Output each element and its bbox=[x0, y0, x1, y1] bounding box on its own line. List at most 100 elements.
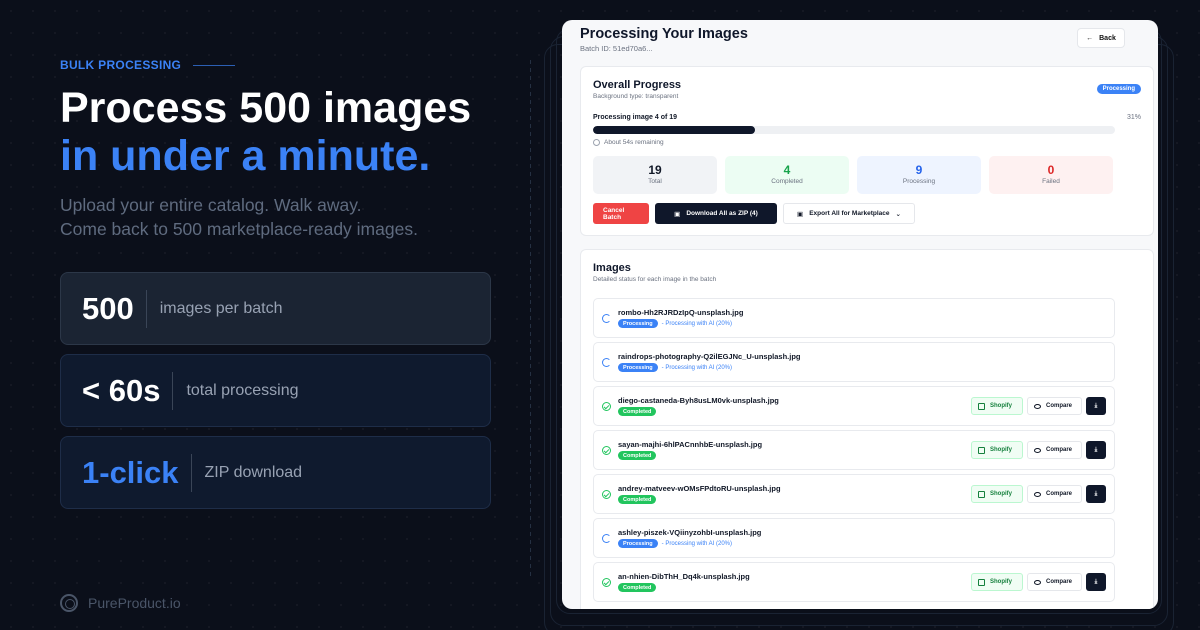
spinner-icon bbox=[602, 358, 611, 367]
row-status: Completed bbox=[618, 451, 657, 460]
page-title: Processing Your Images bbox=[580, 26, 748, 42]
status-pill: Completed bbox=[618, 583, 657, 592]
tile-completed: 4 Completed bbox=[725, 156, 849, 194]
compare-button[interactable]: Compare bbox=[1027, 573, 1082, 591]
row-status: Processing - Processing with AI (20%) bbox=[618, 363, 732, 372]
row-actions: Shopify Compare ⤓ bbox=[971, 573, 1106, 591]
check-circle-icon bbox=[602, 402, 611, 411]
tile-label: Processing bbox=[902, 178, 936, 185]
overall-progress-card: Overall Progress Background type: transp… bbox=[580, 66, 1154, 236]
stat-label: images per batch bbox=[159, 299, 283, 317]
progress-bar bbox=[593, 126, 1115, 134]
tile-failed: 0 Failed bbox=[989, 156, 1113, 194]
card-title: Overall Progress bbox=[593, 79, 682, 91]
download-button[interactable]: ⤓ bbox=[1086, 397, 1106, 415]
row-actions: Shopify Compare ⤓ bbox=[971, 397, 1106, 415]
shopify-label: Shopify bbox=[990, 403, 1012, 409]
shopify-button[interactable]: Shopify bbox=[971, 485, 1023, 503]
brand-name: PureProduct.io bbox=[88, 595, 181, 611]
stat-label: ZIP download bbox=[204, 463, 303, 481]
eye-icon bbox=[1034, 491, 1041, 497]
card-subtitle: Detailed status for each image in the ba… bbox=[593, 276, 717, 283]
check-circle-icon bbox=[602, 490, 611, 499]
tile-processing: 9 Processing bbox=[857, 156, 981, 194]
stat-value: 500 bbox=[82, 290, 134, 326]
shopping-bag-icon bbox=[978, 490, 985, 498]
card-subtitle: Background type: transparent bbox=[593, 93, 679, 100]
compare-label: Compare bbox=[1046, 447, 1073, 453]
shopify-label: Shopify bbox=[990, 579, 1012, 585]
eye-icon bbox=[1034, 447, 1041, 453]
export-label: Export All for Marketplace bbox=[809, 210, 890, 217]
tile-label: Failed bbox=[1042, 178, 1060, 185]
batch-actions: Cancel Batch ▣ Download All as ZIP (4) ▣… bbox=[593, 203, 915, 224]
subheadline: Upload your entire catalog. Walk away. C… bbox=[60, 193, 418, 241]
tile-label: Total bbox=[648, 178, 662, 185]
download-button[interactable]: ⤓ bbox=[1086, 573, 1106, 591]
check-circle-icon bbox=[602, 578, 611, 587]
file-name: diego-castaneda-Byh8usLM0vk-unsplash.jpg bbox=[618, 396, 779, 405]
compare-button[interactable]: Compare bbox=[1027, 397, 1082, 415]
status-pill: Processing bbox=[618, 363, 658, 372]
progress-bar-fill bbox=[593, 126, 755, 134]
download-icon: ⤓ bbox=[1094, 446, 1098, 453]
arrow-left-icon: ← bbox=[1086, 34, 1094, 42]
stat-value: < 60s bbox=[82, 372, 161, 408]
chevron-down-icon: ⌄ bbox=[895, 210, 901, 218]
row-status: Processing - Processing with AI (20%) bbox=[618, 319, 732, 328]
card-title: Images bbox=[593, 262, 631, 274]
shopping-bag-icon bbox=[978, 402, 985, 410]
tile-value: 9 bbox=[915, 163, 923, 177]
status-note: - Processing with AI (20%) bbox=[661, 364, 733, 371]
file-name: sayan-majhi-6hlPACnnhbE-unsplash.jpg bbox=[618, 440, 763, 449]
app-screenshot-panel: Processing Your Images Batch ID: 51ed70a… bbox=[562, 20, 1158, 609]
compare-button[interactable]: Compare bbox=[1027, 441, 1082, 459]
back-button[interactable]: ← Back bbox=[1077, 28, 1125, 48]
download-button[interactable]: ⤓ bbox=[1086, 441, 1106, 459]
subheadline-line-1: Upload your entire catalog. Walk away. bbox=[60, 195, 362, 215]
tile-value: 19 bbox=[648, 163, 662, 177]
shopify-label: Shopify bbox=[990, 491, 1012, 497]
list-item: andrey-matveev-wOMsFPdtoRU-unsplash.jpg C… bbox=[593, 474, 1115, 514]
compare-label: Compare bbox=[1046, 403, 1073, 409]
file-name: andrey-matveev-wOMsFPdtoRU-unsplash.jpg bbox=[618, 484, 781, 493]
export-marketplace-dropdown[interactable]: ▣ Export All for Marketplace ⌄ bbox=[783, 203, 915, 224]
shopify-button[interactable]: Shopify bbox=[971, 573, 1023, 591]
compare-button[interactable]: Compare bbox=[1027, 485, 1082, 503]
row-actions: Shopify Compare ⤓ bbox=[971, 485, 1106, 503]
download-button[interactable]: ⤓ bbox=[1086, 485, 1106, 503]
shopify-button[interactable]: Shopify bbox=[971, 441, 1023, 459]
list-item: raindrops-photography-Q2ilEGJNc_U-unspla… bbox=[593, 342, 1115, 382]
tile-label: Completed bbox=[771, 178, 803, 185]
status-pill: Processing bbox=[618, 539, 658, 548]
batch-id: Batch ID: 51ed70a6... bbox=[580, 44, 653, 53]
download-icon: ⤓ bbox=[1094, 490, 1098, 497]
subheadline-line-2: Come back to 500 marketplace-ready image… bbox=[60, 219, 418, 239]
shopify-button[interactable]: Shopify bbox=[971, 397, 1023, 415]
download-zip-button[interactable]: ▣ Download All as ZIP (4) bbox=[655, 203, 777, 224]
row-actions: Shopify Compare ⤓ bbox=[971, 441, 1106, 459]
cancel-batch-button[interactable]: Cancel Batch bbox=[593, 203, 649, 224]
list-item: diego-castaneda-Byh8usLM0vk-unsplash.jpg… bbox=[593, 386, 1115, 426]
eyebrow: BULK PROCESSING bbox=[60, 58, 236, 72]
hero-section: BULK PROCESSING Process 500 images in un… bbox=[60, 0, 500, 630]
stat-label: total processing bbox=[186, 381, 299, 399]
row-status: Completed bbox=[618, 495, 657, 504]
status-note: - Processing with AI (20%) bbox=[661, 320, 733, 327]
images-card: Images Detailed status for each image in… bbox=[580, 249, 1154, 609]
stat-card-time: < 60s total processing bbox=[60, 354, 491, 427]
status-note: - Processing with AI (20%) bbox=[661, 540, 733, 547]
headline-line-1: Process 500 images bbox=[60, 84, 472, 132]
eye-icon bbox=[1034, 579, 1041, 585]
list-item: an-nhien-DibThH_Dq4k-unsplash.jpg Complet… bbox=[593, 562, 1115, 602]
eye-icon bbox=[1034, 403, 1041, 409]
list-item: ashley-piszek-VQiinyzohbI-unsplash.jpg Pr… bbox=[593, 518, 1115, 558]
stat-value: 1-click bbox=[82, 454, 179, 490]
time-remaining-label: About 54s remaining bbox=[604, 139, 664, 146]
shopify-label: Shopify bbox=[990, 447, 1012, 453]
eyebrow-line bbox=[193, 64, 236, 66]
spinner-icon bbox=[602, 534, 611, 543]
check-circle-icon bbox=[602, 446, 611, 455]
tile-value: 4 bbox=[783, 163, 791, 177]
brand: PureProduct.io bbox=[60, 594, 181, 612]
